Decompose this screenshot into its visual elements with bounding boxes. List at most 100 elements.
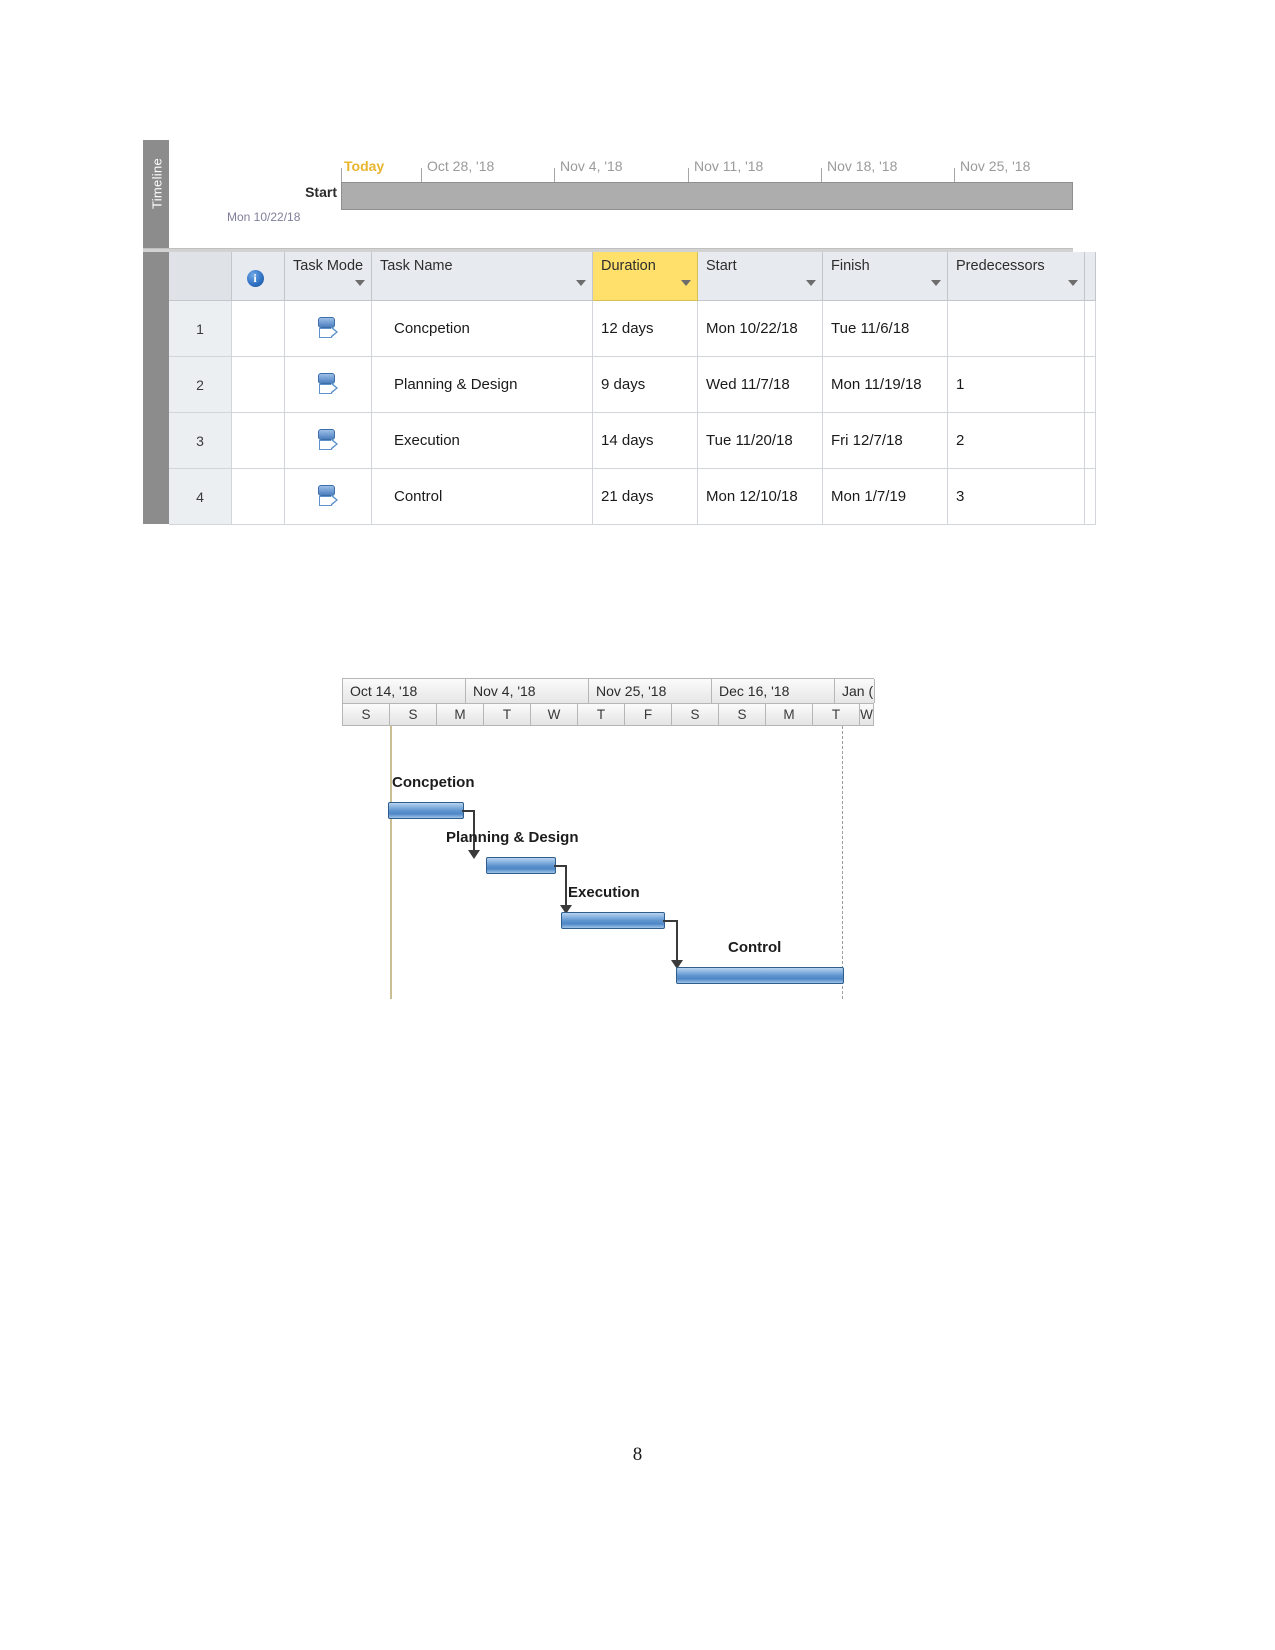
cell-finish[interactable]: Mon 1/7/19 bbox=[822, 468, 948, 525]
timeline-project-bar[interactable] bbox=[341, 182, 1073, 210]
cell-truncated bbox=[1084, 356, 1096, 413]
cell-task-mode[interactable] bbox=[284, 468, 372, 525]
table-row[interactable]: 1 Concpetion 12 days Mon 10/22/18 Tue 11… bbox=[169, 300, 1096, 357]
cell-task-name[interactable]: Execution bbox=[371, 412, 593, 469]
gantt-day-label: W bbox=[531, 704, 578, 725]
chevron-down-icon[interactable] bbox=[576, 280, 586, 286]
timeline-canvas[interactable]: Today Oct 28, '18 Nov 4, '18 Nov 11, '18… bbox=[169, 140, 1073, 248]
row-number[interactable]: 4 bbox=[169, 468, 232, 525]
row-number[interactable]: 1 bbox=[169, 300, 232, 357]
gantt-day-label: S bbox=[343, 704, 390, 725]
gantt-week-header: Oct 14, '18 Nov 4, '18 Nov 25, '18 Dec 1… bbox=[342, 678, 875, 703]
cell-finish[interactable]: Fri 12/7/18 bbox=[822, 412, 948, 469]
cell-task-mode[interactable] bbox=[284, 300, 372, 357]
cell-predecessors[interactable]: 2 bbox=[947, 412, 1085, 469]
row-number[interactable]: 2 bbox=[169, 356, 232, 413]
cell-start[interactable]: Mon 10/22/18 bbox=[697, 300, 823, 357]
cell-task-name[interactable]: Control bbox=[371, 468, 593, 525]
gantt-week-label: Nov 25, '18 bbox=[589, 679, 712, 703]
timeline-today-label: Today bbox=[344, 158, 385, 174]
cell-truncated bbox=[1084, 468, 1096, 525]
gantt-day-label: M bbox=[766, 704, 813, 725]
link-segment bbox=[663, 920, 677, 922]
task-table: i Task Mode Task Name Duration Start Fin… bbox=[169, 252, 1096, 525]
cell-truncated bbox=[1084, 412, 1096, 469]
column-header-label: Task Name bbox=[380, 258, 453, 274]
column-header-indicator[interactable]: i bbox=[231, 252, 285, 301]
cell-finish[interactable]: Tue 11/6/18 bbox=[822, 300, 948, 357]
gantt-day-label: W bbox=[860, 704, 874, 725]
cell-start[interactable]: Tue 11/20/18 bbox=[697, 412, 823, 469]
chevron-down-icon[interactable] bbox=[806, 280, 816, 286]
cell-task-mode[interactable] bbox=[284, 412, 372, 469]
gantt-day-header: S S M T W T F S S M T W bbox=[342, 703, 874, 726]
cell-indicator[interactable] bbox=[231, 300, 285, 357]
page-number: 8 bbox=[632, 1444, 643, 1465]
manually-scheduled-icon bbox=[315, 483, 341, 511]
row-number[interactable]: 3 bbox=[169, 412, 232, 469]
gantt-bar-control[interactable] bbox=[676, 967, 844, 984]
gantt-bar-label: Concpetion bbox=[392, 774, 475, 791]
column-header-label: Duration bbox=[601, 258, 656, 274]
cell-duration[interactable]: 14 days bbox=[592, 412, 698, 469]
gantt-day-label: S bbox=[672, 704, 719, 725]
timeline-tab[interactable]: Timeline bbox=[143, 140, 170, 248]
gantt-bar-planning-design[interactable] bbox=[486, 857, 556, 874]
cell-task-name[interactable]: Planning & Design bbox=[371, 356, 593, 413]
column-header-task-name[interactable]: Task Name bbox=[371, 252, 593, 301]
chevron-down-icon[interactable] bbox=[1068, 280, 1078, 286]
column-header-truncated[interactable] bbox=[1084, 252, 1096, 301]
gantt-week-label: Oct 14, '18 bbox=[343, 679, 466, 703]
table-row[interactable]: 2 Planning & Design 9 days Wed 11/7/18 M… bbox=[169, 356, 1096, 413]
cell-predecessors[interactable]: 1 bbox=[947, 356, 1085, 413]
timeline-tick-label: Nov 11, '18 bbox=[694, 158, 764, 174]
cell-duration[interactable]: 21 days bbox=[592, 468, 698, 525]
column-header-start[interactable]: Start bbox=[697, 252, 823, 301]
column-header-finish[interactable]: Finish bbox=[822, 252, 948, 301]
timeline-start-date: Mon 10/22/18 bbox=[227, 210, 301, 224]
column-header-label: Task Mode bbox=[293, 258, 364, 274]
table-row[interactable]: 3 Execution 14 days Tue 11/20/18 Fri 12/… bbox=[169, 412, 1096, 469]
cell-predecessors[interactable]: 3 bbox=[947, 468, 1085, 525]
cell-duration[interactable]: 12 days bbox=[592, 300, 698, 357]
cell-task-mode[interactable] bbox=[284, 356, 372, 413]
gantt-day-label: F bbox=[625, 704, 672, 725]
column-header-label: Start bbox=[706, 258, 737, 274]
task-grid-panel: i Task Mode Task Name Duration Start Fin… bbox=[143, 252, 1096, 525]
project-finish-line bbox=[842, 726, 843, 999]
gantt-bar-execution[interactable] bbox=[561, 912, 665, 929]
chevron-down-icon[interactable] bbox=[355, 280, 365, 286]
link-segment bbox=[565, 865, 567, 909]
manually-scheduled-icon bbox=[315, 371, 341, 399]
gantt-day-label: T bbox=[484, 704, 531, 725]
cell-task-name[interactable]: Concpetion bbox=[371, 300, 593, 357]
cell-start[interactable]: Mon 12/10/18 bbox=[697, 468, 823, 525]
info-icon: i bbox=[246, 270, 264, 287]
table-row[interactable]: 4 Control 21 days Mon 12/10/18 Mon 1/7/1… bbox=[169, 468, 1096, 525]
manually-scheduled-icon bbox=[315, 315, 341, 343]
column-header-rownum[interactable] bbox=[169, 252, 232, 301]
cell-finish[interactable]: Mon 11/19/18 bbox=[822, 356, 948, 413]
timeline-tick-label: Nov 18, '18 bbox=[827, 158, 898, 174]
cell-indicator[interactable] bbox=[231, 356, 285, 413]
gantt-bar-label: Execution bbox=[568, 884, 640, 901]
grid-left-gutter bbox=[143, 252, 169, 524]
column-header-task-mode[interactable]: Task Mode bbox=[284, 252, 372, 301]
cell-indicator[interactable] bbox=[231, 468, 285, 525]
gantt-day-label: S bbox=[719, 704, 766, 725]
cell-predecessors[interactable] bbox=[947, 300, 1085, 357]
cell-duration[interactable]: 9 days bbox=[592, 356, 698, 413]
chevron-down-icon[interactable] bbox=[931, 280, 941, 286]
manually-scheduled-icon bbox=[315, 427, 341, 455]
column-header-predecessors[interactable]: Predecessors bbox=[947, 252, 1085, 301]
gantt-bar-concpetion[interactable] bbox=[388, 802, 464, 819]
cell-indicator[interactable] bbox=[231, 412, 285, 469]
gantt-canvas[interactable]: Concpetion Planning & Design Execution C… bbox=[342, 726, 874, 999]
timeline-panel: Timeline Today Oct 28, '18 Nov 4, '18 No… bbox=[143, 140, 1073, 248]
gantt-week-label: Dec 16, '18 bbox=[712, 679, 835, 703]
cell-start[interactable]: Wed 11/7/18 bbox=[697, 356, 823, 413]
gantt-week-label: Nov 4, '18 bbox=[466, 679, 589, 703]
chevron-down-icon[interactable] bbox=[681, 280, 691, 286]
cell-truncated bbox=[1084, 300, 1096, 357]
column-header-duration[interactable]: Duration bbox=[592, 252, 698, 301]
